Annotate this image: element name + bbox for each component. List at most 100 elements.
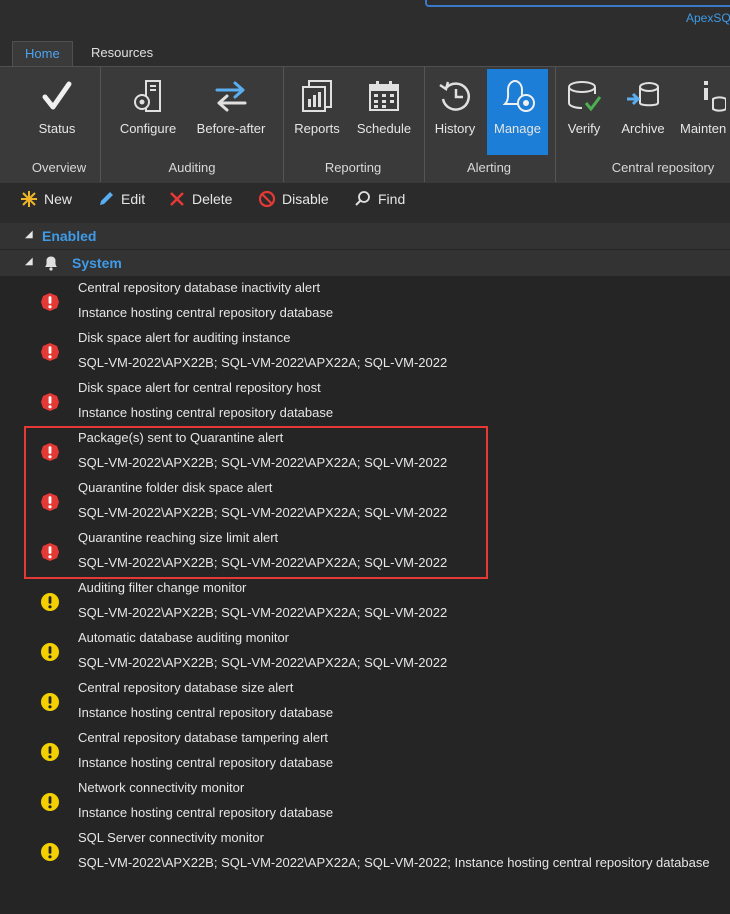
alert-row[interactable]: Package(s) sent to Quarantine alert SQL-V… <box>0 426 730 476</box>
configure-button[interactable]: Configure <box>114 69 182 155</box>
tab-home[interactable]: Home <box>12 41 73 67</box>
action-toolbar: New Edit Delete Disable Find <box>0 183 730 215</box>
alert-row[interactable]: Disk space alert for central repository … <box>0 376 730 426</box>
archive-icon <box>614 77 672 115</box>
delete-label: Delete <box>192 191 233 207</box>
group-row-enabled[interactable]: ◢ Enabled <box>0 223 730 249</box>
ribbon-separator <box>283 67 284 182</box>
alert-name: Network connectivity monitor <box>78 780 245 795</box>
disable-label: Disable <box>282 191 329 207</box>
alert-row[interactable]: Central repository database inactivity a… <box>0 276 730 326</box>
alert-target: SQL-VM-2022\APX22B; SQL-VM-2022\APX22A; … <box>78 555 448 570</box>
alert-target: Instance hosting central repository data… <box>78 305 334 320</box>
alert-name: SQL Server connectivity monitor <box>78 830 264 845</box>
alert-row[interactable]: Auditing filter change monitor SQL-VM-202… <box>0 576 730 626</box>
alert-row[interactable]: Central repository database size alert In… <box>0 676 730 726</box>
manage-button[interactable]: Manage <box>487 69 548 155</box>
alert-target: SQL-VM-2022\APX22B; SQL-VM-2022\APX22A; … <box>78 505 448 520</box>
find-button[interactable]: Find <box>354 190 405 208</box>
group-reporting: Reporting <box>324 160 382 175</box>
maintenance-icon <box>680 77 730 115</box>
calendar-icon <box>352 77 416 115</box>
archive-button[interactable]: Archive <box>614 69 672 155</box>
before-after-button[interactable]: Before-after <box>190 69 272 155</box>
disable-icon <box>258 190 276 208</box>
alert-row[interactable]: SQL Server connectivity monitor SQL-VM-20… <box>0 826 730 876</box>
window-frame <box>425 0 730 7</box>
medium-severity-alert-icon <box>41 693 59 711</box>
schedule-button[interactable]: Schedule <box>352 69 416 155</box>
find-label: Find <box>378 191 406 207</box>
alert-target: Instance hosting central repository data… <box>78 705 334 720</box>
group-alerting: Alerting <box>466 160 512 175</box>
alert-target: SQL-VM-2022\APX22B; SQL-VM-2022\APX22A; … <box>78 355 448 370</box>
medium-severity-alert-icon <box>41 793 59 811</box>
app-title: ApexSQ <box>686 11 730 25</box>
high-severity-alert-icon <box>41 393 59 411</box>
disable-button[interactable]: Disable <box>258 190 329 208</box>
history-label: History <box>434 121 476 136</box>
alert-target: SQL-VM-2022\APX22B; SQL-VM-2022\APX22A; … <box>78 655 448 670</box>
high-severity-alert-icon <box>41 293 59 311</box>
alert-name: Disk space alert for auditing instance <box>78 330 291 345</box>
alert-target: Instance hosting central repository data… <box>78 805 334 820</box>
manage-alerts-icon <box>487 77 548 115</box>
alert-name: Package(s) sent to Quarantine alert <box>78 430 284 445</box>
medium-severity-alert-icon <box>41 593 59 611</box>
pencil-icon <box>100 192 113 205</box>
alert-target: SQL-VM-2022\APX22B; SQL-VM-2022\APX22A; … <box>78 605 448 620</box>
alert-name: Quarantine folder disk space alert <box>78 480 273 495</box>
alert-name: Quarantine reaching size limit alert <box>78 530 279 545</box>
bell-icon <box>45 256 57 271</box>
verify-button[interactable]: Verify <box>560 69 608 155</box>
alert-name: Auditing filter change monitor <box>78 580 247 595</box>
alert-name: Disk space alert for central repository … <box>78 380 321 395</box>
high-severity-alert-icon <box>41 343 59 361</box>
medium-severity-alert-icon <box>41 643 59 661</box>
group-row-system[interactable]: ◢ System <box>0 250 730 276</box>
alert-target: SQL-VM-2022\APX22B; SQL-VM-2022\APX22A; … <box>78 455 448 470</box>
alert-row[interactable]: Network connectivity monitor Instance hos… <box>0 776 730 826</box>
ribbon: Status Configure Before-after Reports Sc… <box>0 66 730 184</box>
alert-row[interactable]: Central repository database tampering al… <box>0 726 730 776</box>
swap-arrows-icon <box>190 77 272 115</box>
delete-x-icon <box>170 192 184 206</box>
ribbon-separator <box>100 67 101 182</box>
search-icon <box>355 191 370 206</box>
alert-target: SQL-VM-2022\APX22B; SQL-VM-2022\APX22A; … <box>78 855 710 870</box>
status-button[interactable]: Status <box>22 69 92 155</box>
alert-row[interactable]: Automatic database auditing monitor SQL-V… <box>0 626 730 676</box>
reports-label: Reports <box>294 121 340 136</box>
medium-severity-alert-icon <box>41 843 59 861</box>
tab-resources[interactable]: Resources <box>79 41 165 66</box>
new-sparkle-icon <box>21 191 37 207</box>
collapse-triangle-icon[interactable]: ◢ <box>25 256 33 267</box>
delete-button[interactable]: Delete <box>168 190 232 208</box>
alert-name: Automatic database auditing monitor <box>78 630 290 645</box>
group-auditing: Auditing <box>168 160 216 175</box>
new-label: New <box>44 191 73 207</box>
new-button[interactable]: New <box>20 190 72 208</box>
collapse-triangle-icon[interactable]: ◢ <box>25 229 33 240</box>
alert-row[interactable]: Quarantine folder disk space alert SQL-VM… <box>0 476 730 526</box>
alert-name: Central repository database tampering al… <box>78 730 329 745</box>
alert-row[interactable]: Disk space alert for auditing instance SQ… <box>0 326 730 376</box>
alert-row[interactable]: Quarantine reaching size limit alert SQL-… <box>0 526 730 576</box>
configure-icon <box>114 77 182 115</box>
alert-name: Central repository database size alert <box>78 680 294 695</box>
verify-database-icon <box>560 77 608 115</box>
maintenance-label: Mainten <box>680 121 727 136</box>
enabled-group-label: Enabled <box>42 228 97 244</box>
alert-target: Instance hosting central repository data… <box>78 405 334 420</box>
history-button[interactable]: History <box>428 69 482 155</box>
high-severity-alert-icon <box>41 543 59 561</box>
checkmark-icon <box>22 77 92 115</box>
manage-label: Manage <box>494 121 541 136</box>
title-bar: ApexSQ <box>0 0 730 36</box>
high-severity-alert-icon <box>41 493 59 511</box>
maintenance-button[interactable]: Mainten <box>680 69 730 155</box>
ribbon-separator <box>555 67 556 182</box>
reports-button[interactable]: Reports <box>288 69 346 155</box>
edit-button[interactable]: Edit <box>97 190 145 208</box>
status-label: Status <box>38 121 76 136</box>
